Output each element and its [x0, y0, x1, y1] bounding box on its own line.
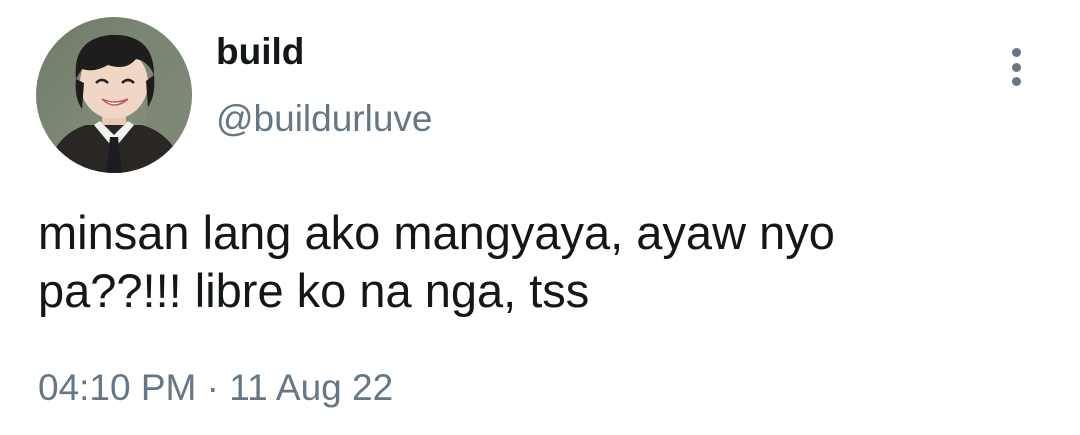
author-display-name[interactable]: build — [216, 30, 304, 74]
vertical-ellipsis-icon-dot — [1011, 77, 1021, 86]
more-options-button[interactable] — [996, 44, 1036, 90]
tweet-time: 04:10 PM — [38, 367, 197, 408]
avatar-image — [36, 17, 192, 173]
tweet-text: minsan lang ako mangyaya, ayaw nyo pa??!… — [38, 206, 835, 317]
timestamp-separator: · — [196, 367, 230, 408]
author-handle[interactable]: @buildurluve — [216, 96, 433, 142]
vertical-ellipsis-icon — [1011, 48, 1021, 57]
vertical-ellipsis-icon-dot — [1011, 62, 1021, 72]
avatar[interactable] — [36, 17, 192, 173]
tweet-date: 11 Aug 22 — [229, 367, 394, 408]
tweet-timestamp[interactable]: 04:10 PM · 11 Aug 22 — [38, 365, 393, 411]
